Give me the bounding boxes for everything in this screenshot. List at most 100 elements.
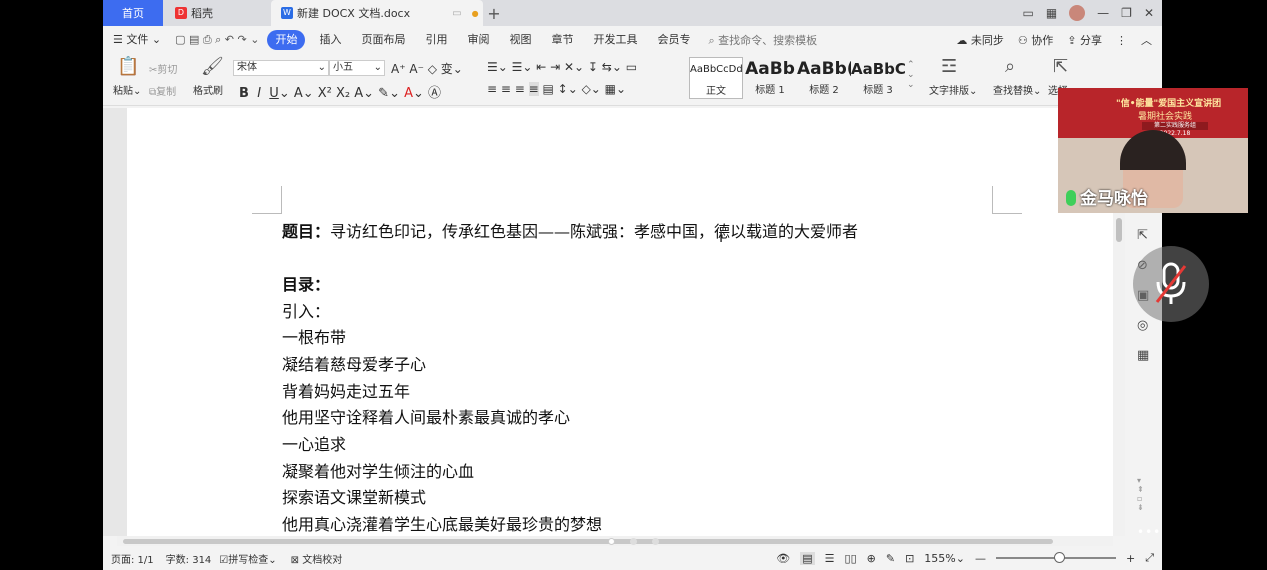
- doc-toc-label[interactable]: 目录：: [282, 271, 330, 295]
- text-layout-button[interactable]: 文字排版⌄: [929, 82, 977, 97]
- write-view-icon[interactable]: ✎: [886, 552, 895, 565]
- command-search[interactable]: ⌕ 查找命令、搜索模板: [708, 32, 817, 48]
- format-painter-button[interactable]: 格式刷: [193, 82, 223, 97]
- copy-button[interactable]: ⧉复制: [149, 83, 176, 98]
- find-replace-icon[interactable]: ⌕: [1005, 56, 1015, 77]
- format-painter-icon[interactable]: 🖌: [201, 56, 224, 77]
- minimize-icon[interactable]: —: [1097, 6, 1109, 20]
- fit-width-icon[interactable]: ⊡: [905, 552, 914, 565]
- spell-check-button[interactable]: ☑拼写检查⌄: [219, 551, 276, 566]
- vertical-scroll-thumb[interactable]: [1116, 218, 1122, 242]
- doc-line-8[interactable]: 探索语文课堂新模式: [282, 484, 426, 508]
- cursor-tool-icon[interactable]: ⇱: [1137, 228, 1148, 243]
- zoom-slider-knob[interactable]: [1053, 552, 1065, 563]
- horizontal-scrollbar[interactable]: [117, 536, 1113, 546]
- menu-member[interactable]: 会员专: [647, 30, 700, 50]
- scroll-arrows-icon[interactable]: ▾ ⇞ ▫ ⇟: [1137, 476, 1144, 512]
- page-indicator-dot[interactable]: [608, 538, 615, 545]
- menu-insert[interactable]: 插入: [309, 30, 351, 50]
- style-heading-1-sample: AaBb: [745, 59, 795, 79]
- menu-references[interactable]: 引用: [415, 30, 457, 50]
- zoom-in-icon[interactable]: +: [1126, 552, 1135, 565]
- font-adjust-icons[interactable]: A⁺ A⁻ ◇ 变⌄: [391, 60, 463, 77]
- styles-scroll-icon[interactable]: ⌃ ⌄ ⌄: [907, 60, 915, 90]
- file-menu[interactable]: ☰ 文件 ⌄: [103, 30, 171, 50]
- doc-line-6[interactable]: 一心追求: [282, 431, 346, 455]
- doc-line-7[interactable]: 凝聚着他对学生倾注的心血: [282, 458, 474, 482]
- menu-review[interactable]: 审阅: [457, 30, 499, 50]
- restore-icon[interactable]: ❐: [1121, 6, 1132, 20]
- menu-chapter[interactable]: 章节: [541, 30, 583, 50]
- more-icon[interactable]: ⋮: [1116, 34, 1127, 47]
- unsaved-dot: ●: [471, 8, 479, 18]
- share-button[interactable]: ⇪ 分享: [1067, 32, 1102, 48]
- text-layout-icon[interactable]: ☲: [941, 56, 957, 77]
- layout-icon[interactable]: ▭: [1022, 6, 1033, 20]
- user-avatar[interactable]: [1069, 5, 1086, 21]
- page-view-icon[interactable]: ▤: [800, 551, 815, 565]
- quick-access-icons[interactable]: ▢ ▤ ⎙ ⌕ ↶ ↷ ⌄: [171, 30, 263, 50]
- style-heading-2[interactable]: AaBb( 标题 2: [797, 57, 851, 99]
- tab-pin-icon[interactable]: ▭: [452, 8, 461, 19]
- select-cursor-icon[interactable]: ⇱: [1053, 56, 1068, 77]
- mute-mic-button[interactable]: [1133, 246, 1209, 322]
- menu-page-layout[interactable]: 页面布局: [351, 30, 415, 50]
- word-count[interactable]: 字数: 314: [166, 551, 212, 566]
- doc-line-4[interactable]: 背着妈妈走过五年: [282, 378, 410, 402]
- doc-title-line[interactable]: 题目：寻访红色印记，传承红色基因——陈斌强：孝感中国，德以载道的大爱师者: [282, 218, 858, 242]
- zoom-level[interactable]: 155%⌄: [924, 552, 965, 565]
- web-view-icon[interactable]: ⊕: [867, 552, 876, 565]
- style-heading-3[interactable]: AaBbC 标题 3: [851, 57, 905, 99]
- menu-view[interactable]: 视图: [499, 30, 541, 50]
- collab-button[interactable]: ⚇ 协作: [1018, 32, 1053, 48]
- table-tool-icon[interactable]: ▦: [1137, 348, 1149, 363]
- margin-corner-tl: [252, 186, 282, 214]
- list-icons[interactable]: ☰⌄ ☰⌄ ⇤ ⇥ ✕⌄ ↧ ⇆⌄ ▭: [487, 60, 637, 74]
- font-name-select[interactable]: 宋体 ⌄: [233, 60, 329, 76]
- paragraph-align-icons[interactable]: ≡ ≡ ≡ ≡ ▤ ↕⌄ ◇⌄ ▦⌄: [487, 82, 626, 96]
- horizontal-scroll-thumb[interactable]: [123, 539, 1053, 544]
- zoom-out-icon[interactable]: —: [975, 552, 986, 565]
- doc-line-3[interactable]: 凝结着慈母爱孝子心: [282, 351, 426, 375]
- page-indicator-dot[interactable]: [630, 538, 637, 545]
- font-format-icons[interactable]: B I U⌄ A⌄ X² X₂ A⌄ ✎⌄ A⌄ Ⓐ: [239, 82, 441, 101]
- collapse-ribbon-icon[interactable]: ︿: [1141, 32, 1152, 48]
- style-normal[interactable]: AaBbCcDd 正文: [689, 57, 743, 99]
- fullscreen-icon[interactable]: ⤢: [1145, 551, 1154, 565]
- tab-home[interactable]: 首页: [103, 0, 163, 26]
- find-replace-label: 查找替换: [993, 86, 1033, 97]
- more-options-icon[interactable]: •••: [1137, 525, 1161, 539]
- paste-icon[interactable]: 📋: [117, 56, 139, 77]
- document-page[interactable]: 题目：寻访红色印记，传承红色基因——陈斌强：孝感中国，德以载道的大爱师者 I 目…: [127, 108, 1113, 536]
- doc-line-5[interactable]: 他用坚守诠释着人间最朴素最真诚的孝心: [282, 404, 570, 428]
- font-size-select[interactable]: 小五 ⌄: [329, 60, 385, 76]
- menu-home[interactable]: 开始: [267, 30, 306, 50]
- banner-line-2: 暑期社会实践: [1138, 112, 1193, 122]
- tab-daoke[interactable]: D 稻壳: [165, 0, 269, 26]
- tab-document[interactable]: W 新建 DOCX 文档.docx ▭ ●: [271, 0, 483, 26]
- menu-developer[interactable]: 开发工具: [583, 30, 647, 50]
- location-tool-icon[interactable]: ◎: [1137, 318, 1148, 333]
- apps-grid-icon[interactable]: ▦: [1046, 6, 1057, 20]
- doc-line-9[interactable]: 他用真心浇灌着学生心底最美好最珍贵的梦想: [282, 511, 602, 535]
- close-icon[interactable]: ✕: [1144, 6, 1154, 20]
- style-heading-1[interactable]: AaBb 标题 1: [743, 57, 797, 99]
- video-call-overlay[interactable]: "信•能量"爱国主义宣讲团 暑期社会实践 第二实践服务组2022.7.18 金马…: [1058, 88, 1248, 213]
- mic-active-icon: [1066, 190, 1076, 206]
- doc-line-2[interactable]: 一根布带: [282, 324, 346, 348]
- plus-icon: +: [487, 3, 501, 23]
- reading-view-icon[interactable]: ▯▯: [845, 552, 857, 565]
- command-search-placeholder: 查找命令、搜索模板: [718, 34, 818, 47]
- eye-protection-icon[interactable]: 👁: [776, 552, 790, 565]
- paste-button[interactable]: 粘贴⌄: [113, 82, 141, 97]
- sync-button[interactable]: ☁ 未同步: [956, 32, 1004, 48]
- page-indicator-dot[interactable]: [652, 538, 659, 545]
- proofread-button[interactable]: ⊠ 文档校对: [291, 551, 343, 566]
- find-replace-button[interactable]: 查找替换⌄: [993, 82, 1041, 97]
- doc-line-1[interactable]: 引入：: [282, 298, 330, 322]
- outline-view-icon[interactable]: ☰: [825, 552, 835, 565]
- zoom-slider[interactable]: [995, 552, 1116, 563]
- cut-button[interactable]: ✂剪切: [149, 61, 177, 76]
- new-tab-button[interactable]: +: [483, 0, 505, 26]
- mic-muted-icon: [1155, 262, 1187, 304]
